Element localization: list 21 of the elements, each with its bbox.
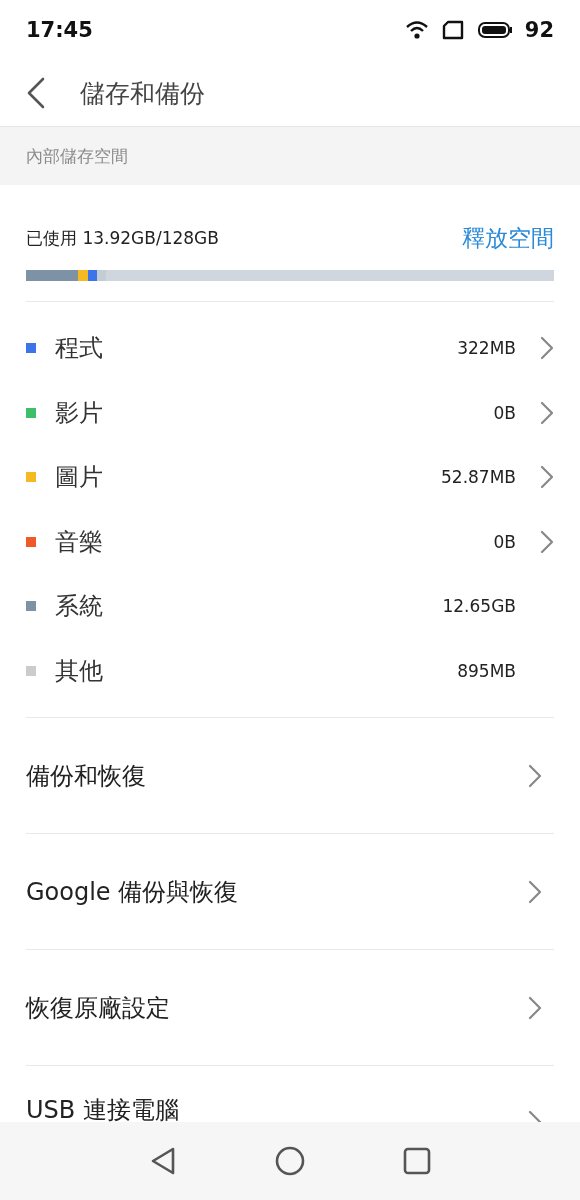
battery-level: 92 <box>524 18 554 42</box>
menu-item[interactable]: 備份和恢復 <box>26 718 554 834</box>
category-label: 圖片 <box>55 462 104 494</box>
page-title: 儲存和備份 <box>80 77 205 110</box>
usage-text: 已使用 13.92GB/128GB <box>26 227 219 250</box>
menu-item[interactable]: 恢復原廠設定 <box>26 950 554 1066</box>
category-size: 12.65GB <box>442 596 516 617</box>
free-space-link[interactable]: 釋放空間 <box>462 223 554 254</box>
category-label: 系統 <box>55 591 104 623</box>
clock: 17:45 <box>26 18 93 42</box>
category-label: 其他 <box>55 655 104 687</box>
category-size: 0B <box>493 531 516 552</box>
section-title: 內部儲存空間 <box>26 144 128 168</box>
category-label: 程式 <box>55 333 104 365</box>
category-size: 0B <box>493 402 516 423</box>
category-label: 音樂 <box>55 526 104 558</box>
category-size: 52.87MB <box>441 467 516 488</box>
category-label: 影片 <box>55 397 104 429</box>
category-size: 895MB <box>457 660 516 681</box>
category-size: 322MB <box>457 338 516 359</box>
menu-item[interactable]: Google 備份與恢復 <box>26 834 554 950</box>
